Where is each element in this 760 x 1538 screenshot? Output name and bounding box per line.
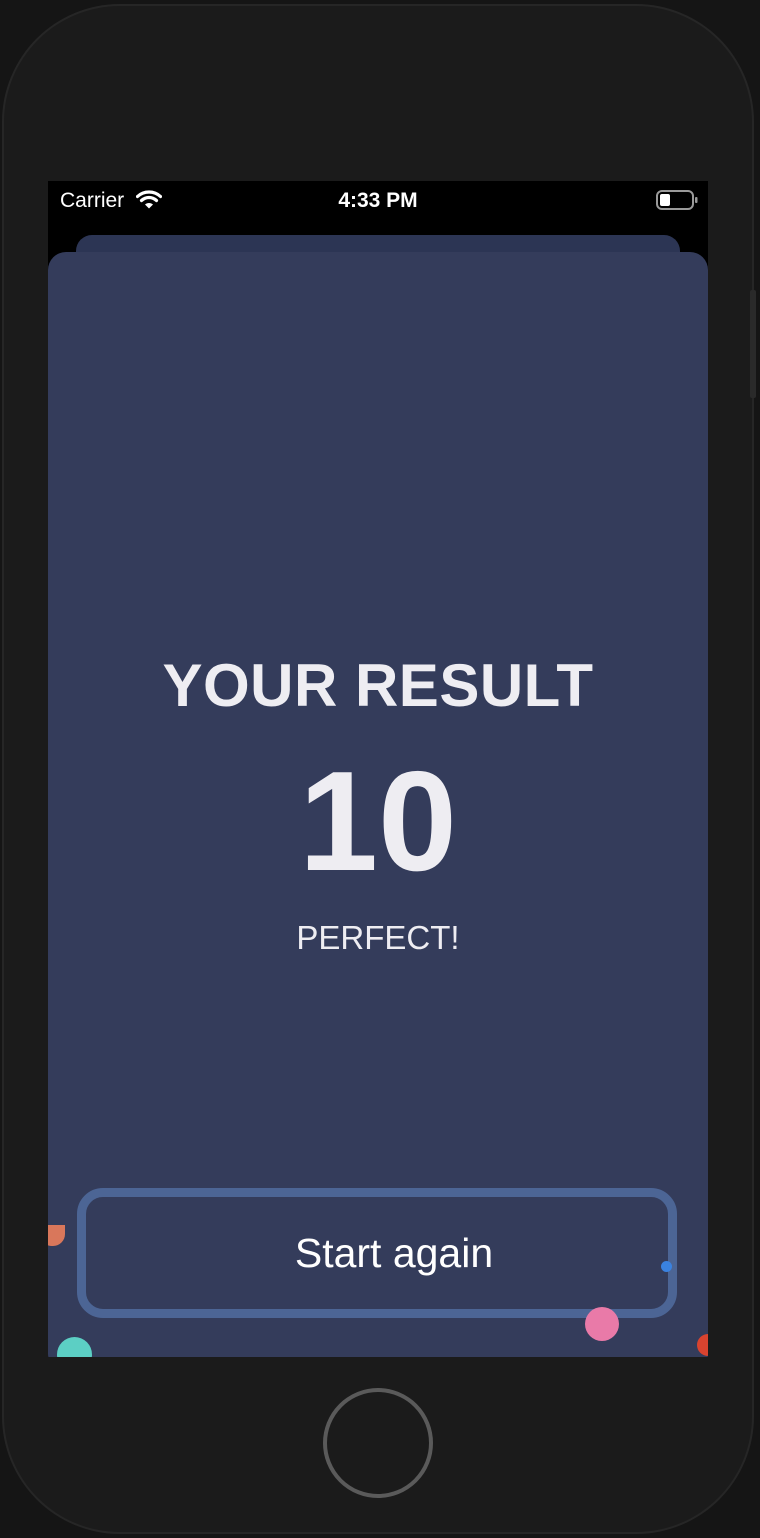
- status-time: 4:33 PM: [338, 189, 418, 212]
- side-button: [750, 290, 756, 398]
- result-score: 10: [299, 742, 457, 901]
- battery-icon: [656, 190, 698, 210]
- result-rating: PERFECT!: [296, 919, 460, 956]
- app-screen: Carrier 4:33 PM YOUR RESULT 10 PERFECT! …: [48, 181, 708, 1357]
- result-title: YOUR RESULT: [162, 652, 594, 719]
- start-again-button[interactable]: Start again: [77, 1188, 677, 1318]
- confetti-dot: [585, 1307, 619, 1341]
- status-bar: Carrier 4:33 PM: [48, 181, 708, 221]
- confetti-dot: [57, 1337, 92, 1357]
- result-card: YOUR RESULT 10 PERFECT! Start again: [48, 252, 708, 1357]
- confetti-dot: [48, 1225, 65, 1246]
- home-button[interactable]: [323, 1388, 433, 1498]
- confetti-dot: [661, 1261, 672, 1272]
- confetti-dot: [697, 1334, 708, 1356]
